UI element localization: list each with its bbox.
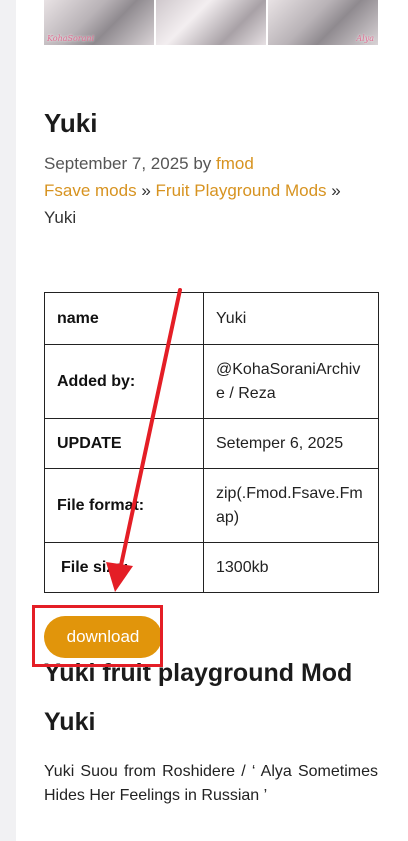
info-value: zip(.Fmod.Fsave.Fmap) [203,468,379,543]
banner-watermark: Alya [356,34,374,43]
table-row: File format: zip(.Fmod.Fsave.Fmap) [44,468,379,543]
info-key: File size: [44,542,204,593]
breadcrumb-current: Yuki [44,208,77,227]
breadcrumb-separator: » [331,181,341,200]
banner-image-middle [156,0,266,45]
banner-image-right: Alya [268,0,378,45]
section-heading: Yuki fruit playground Mod [44,659,353,687]
info-key: Added by: [44,344,204,419]
author-link[interactable]: fmod [216,154,254,173]
banner-watermark: KohaSorani [47,34,95,43]
table-row: UPDATE Setemper 6, 2025 [44,418,379,469]
breadcrumb-link-fsave-mods[interactable]: Fsave mods [44,181,137,200]
info-key: name [44,292,204,345]
breadcrumb-link-fruit-playground-mods[interactable]: Fruit Playground Mods [156,181,327,200]
info-key: UPDATE [44,418,204,469]
breadcrumb: Fsave mods » Fruit Playground Mods » Yuk… [44,177,384,231]
by-label: by [193,154,212,173]
post-meta: September 7, 2025 by fmod Fsave mods » F… [44,150,384,231]
breadcrumb-separator: » [141,181,151,200]
banner-image-left: KohaSorani [44,0,154,45]
mod-info-table: name Yuki Added by: @KohaSoraniArchive /… [44,292,379,593]
post-date: September 7, 2025 [44,154,189,173]
table-row: name Yuki [44,292,379,345]
info-value: @KohaSoraniArchive / Reza [203,344,379,419]
post-date-line: September 7, 2025 by fmod [44,150,384,177]
info-value: 1300kb [203,542,379,593]
table-row: File size: 1300kb [44,542,379,593]
mod-description: Yuki Suou from Roshidere / ‘ Alya Someti… [44,763,378,804]
table-row: Added by: @KohaSoraniArchive / Reza [44,344,379,419]
info-value: Yuki [203,292,379,345]
info-value: Setemper 6, 2025 [203,418,379,469]
info-key: File format: [44,468,204,543]
post-banner-image[interactable]: KohaSorani Alya [44,0,378,45]
section-subheading: Yuki [44,708,96,736]
download-button[interactable]: download [44,616,162,658]
post-title: Yuki [44,108,98,138]
